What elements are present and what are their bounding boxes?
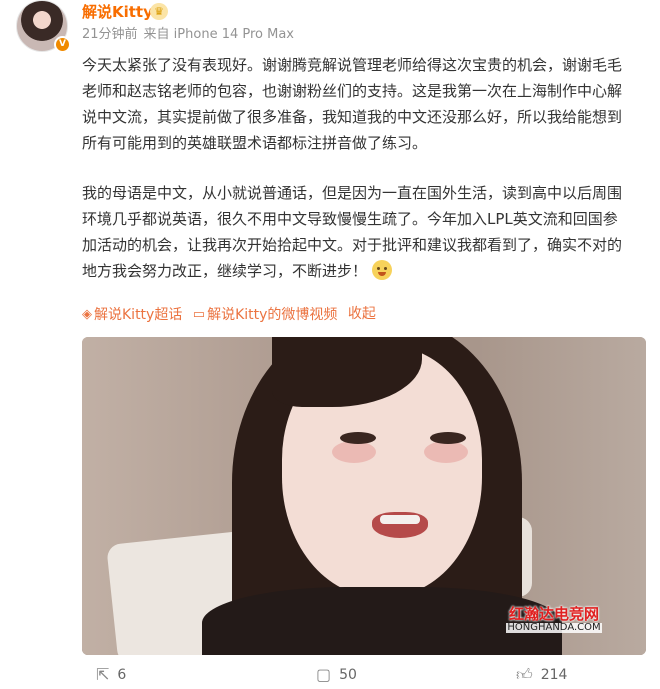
- post-line-last: 地方我会努力改正，继续学习，不断进步！: [82, 258, 648, 284]
- post-meta: 21分钟前 来自 iPhone 14 Pro Max: [82, 26, 294, 44]
- eye: [430, 432, 466, 444]
- video-icon: ▭: [192, 307, 206, 322]
- diamond-icon: ◈: [82, 307, 92, 322]
- post-body: 今天太紧张了没有表现好。谢谢腾竞解说管理老师给得这次宝贵的机会，谢谢毛毛 老师和…: [82, 52, 648, 284]
- post-line: 我的母语是中文，从小就说普通话，但是因为一直在国外生活，读到高中以后周围: [82, 184, 623, 202]
- action-bar: ⇱ 6 ▢ 50 👍︎ 214: [82, 661, 646, 689]
- collapse-link[interactable]: 收起: [348, 303, 376, 325]
- blush: [424, 441, 468, 463]
- eye: [340, 432, 376, 444]
- comment-button[interactable]: ▢ 50: [316, 665, 357, 684]
- like-count: 214: [540, 667, 568, 683]
- post-line: 环境几乎都说英语，很久不用中文导致慢慢生疏了。今年加入LPL英文流和回国参: [82, 210, 618, 228]
- post-line: 说中文流，其实提前做了很多准备，我知道我的中文还没那么好，所以我给能想到: [82, 108, 623, 126]
- post-line: 地方我会努力改正，继续学习，不断进步！: [82, 262, 368, 280]
- post-line: 加活动的机会，让我再次开始拾起中文。对于批评和建议我都看到了，确实不对的: [82, 236, 623, 254]
- supertopic-link[interactable]: ◈ 解说Kitty超话: [82, 304, 182, 326]
- like-button[interactable]: 👍︎ 214: [516, 665, 567, 685]
- post-links: ◈ 解说Kitty超话 ▭ 解说Kitty的微博视频 收起: [82, 303, 376, 326]
- teeth: [380, 515, 420, 524]
- post-time[interactable]: 21分钟前: [82, 27, 138, 42]
- video-link[interactable]: ▭ 解说Kitty的微博视频: [193, 304, 338, 326]
- watermark-cn: 红瀚达电竞网: [508, 605, 599, 623]
- share-icon: ⇱: [96, 665, 110, 684]
- blush: [332, 441, 376, 463]
- username[interactable]: 解说Kitty: [82, 2, 153, 22]
- supertopic-label: 解说Kitty超话: [94, 307, 183, 323]
- video-label: 解说Kitty的微博视频: [207, 307, 338, 323]
- thumbs-up-icon: 👍︎: [516, 665, 533, 684]
- post-source: 来自 iPhone 14 Pro Max: [143, 27, 294, 42]
- crown-icon: ♛: [150, 3, 168, 20]
- comment-icon: ▢: [316, 665, 332, 684]
- post-line: 所有可能用到的英雄联盟术语都标注拼音做了练习。: [82, 134, 428, 152]
- share-count: 6: [117, 666, 127, 683]
- watermark: 红瀚达电竞网 HONGHANDA.COM: [506, 605, 602, 634]
- watermark-en: HONGHANDA.COM: [506, 621, 602, 634]
- emoji-icon: [371, 260, 392, 280]
- post-line: 老师和赵志铭老师的包容，也谢谢粉丝们的支持。这是我第一次在上海制作中心解: [82, 82, 623, 100]
- share-button[interactable]: ⇱ 6: [96, 665, 126, 684]
- comment-count: 50: [339, 666, 357, 683]
- verified-badge: V: [54, 36, 71, 53]
- post-header: V 解说Kitty ♛ 21分钟前 来自 iPhone 14 Pro Max: [16, 0, 646, 54]
- post-line: 今天太紧张了没有表现好。谢谢腾竞解说管理老师给得这次宝贵的机会，谢谢毛毛: [82, 56, 623, 74]
